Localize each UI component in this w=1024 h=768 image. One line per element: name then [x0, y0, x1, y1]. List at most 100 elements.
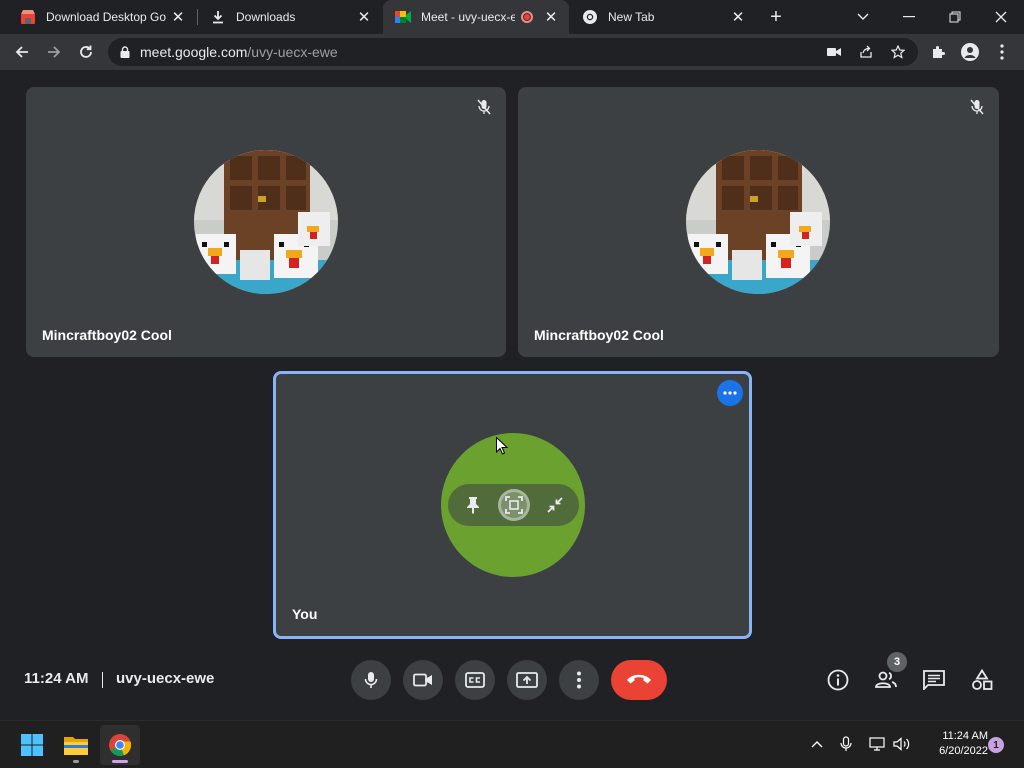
- close-tab-icon[interactable]: ✕: [356, 9, 372, 26]
- forward-button[interactable]: [40, 38, 68, 66]
- tray-network[interactable]: [867, 733, 889, 755]
- tile-more-options-button[interactable]: [717, 380, 743, 406]
- present-screen-icon: [516, 672, 538, 688]
- chrome-icon: [582, 9, 598, 25]
- active-indicator: [112, 760, 128, 763]
- video-camera-icon: [413, 673, 432, 687]
- kebab-menu-icon: [1000, 44, 1004, 60]
- profile-button[interactable]: [956, 38, 984, 66]
- windows-logo-icon: [21, 734, 43, 756]
- tab-new-tab[interactable]: New Tab ✕: [570, 0, 756, 34]
- taskbar-time: 11:24 AM: [942, 730, 988, 742]
- info-icon: [827, 669, 849, 691]
- people-count-badge: 3: [887, 652, 907, 672]
- leave-call-button[interactable]: [611, 660, 667, 700]
- camera-button[interactable]: [403, 660, 443, 700]
- mic-off-icon: [472, 95, 496, 119]
- self-name: You: [292, 606, 318, 622]
- avatar: [686, 150, 830, 294]
- share-icon[interactable]: [856, 42, 876, 62]
- activities-button[interactable]: [966, 664, 998, 696]
- avatar-icon: [961, 43, 979, 61]
- captions-button[interactable]: [455, 660, 495, 700]
- meet-control-bar: 11:24 AM uvy-uecx-ewe 3: [0, 650, 1024, 720]
- restore-button[interactable]: [932, 0, 978, 34]
- close-tab-icon[interactable]: ✕: [543, 9, 559, 26]
- recording-indicator-icon: [521, 11, 533, 23]
- address-bar[interactable]: meet.google.com/uvy-uecx-ewe: [108, 38, 918, 66]
- meeting-code: uvy-uecx-ewe: [116, 670, 215, 687]
- arrow-right-icon: [48, 46, 61, 58]
- tab-download-desktop[interactable]: Download Desktop Go ✕: [8, 0, 196, 34]
- chrome-icon: [109, 734, 132, 757]
- browser-toolbar: meet.google.com/uvy-uecx-ewe: [0, 34, 1024, 70]
- folder-icon: [64, 737, 88, 755]
- meeting-clock: 11:24 AM: [24, 670, 89, 687]
- more-horizontal-icon: [723, 391, 737, 395]
- tab-search-button[interactable]: [840, 0, 886, 34]
- close-icon: [995, 11, 1007, 23]
- minimize-tile-icon[interactable]: [539, 489, 571, 521]
- bookmark-star-icon[interactable]: [888, 42, 908, 62]
- hang-up-icon: [627, 674, 651, 684]
- minecraft-chickens-image: [686, 150, 830, 294]
- shapes-icon: [972, 669, 993, 690]
- mic-off-icon: [965, 95, 989, 119]
- arrow-left-icon: [15, 46, 28, 58]
- chat-icon: [923, 670, 945, 690]
- taskbar-clock[interactable]: 11:24 AM 6/20/2022: [916, 729, 988, 759]
- puzzle-icon: [933, 46, 945, 58]
- reload-button[interactable]: [72, 38, 100, 66]
- present-screen-button[interactable]: [507, 660, 547, 700]
- tab-meet[interactable]: Meet - uvy-uecx-ewe ✕: [383, 0, 569, 34]
- mouse-cursor-icon: [496, 436, 509, 460]
- self-tile[interactable]: You: [273, 371, 752, 639]
- windows-taskbar: 11:24 AM 6/20/2022 1: [0, 720, 1024, 768]
- notification-badge[interactable]: 1: [988, 737, 1004, 753]
- participant-tile[interactable]: Mincraftboy02 Cool: [26, 87, 506, 357]
- browser-tab-strip: Download Desktop Go ✕ Downloads ✕ Meet -…: [0, 0, 1024, 34]
- people-icon: [875, 671, 897, 688]
- taskbar-chrome[interactable]: [100, 725, 140, 765]
- back-button[interactable]: [8, 38, 36, 66]
- avatar: [194, 150, 338, 294]
- download-icon: [210, 9, 226, 25]
- minimize-button[interactable]: [886, 0, 932, 34]
- tile-hover-controls: [448, 484, 579, 526]
- minimize-icon: [903, 16, 915, 18]
- chrome-menu-button[interactable]: [988, 38, 1016, 66]
- running-indicator: [73, 760, 79, 763]
- restore-icon: [949, 11, 961, 23]
- store-icon: [20, 9, 36, 25]
- close-tab-icon[interactable]: ✕: [170, 9, 186, 26]
- start-button[interactable]: [12, 725, 52, 765]
- network-icon: [869, 737, 885, 751]
- frame-icon[interactable]: [497, 489, 530, 521]
- divider: [102, 672, 103, 688]
- reload-icon: [80, 45, 92, 58]
- close-tab-icon[interactable]: ✕: [730, 9, 746, 26]
- pin-icon[interactable]: [457, 489, 489, 521]
- tray-microphone[interactable]: [835, 733, 857, 755]
- more-options-button[interactable]: [559, 660, 599, 700]
- tray-volume[interactable]: [891, 733, 913, 755]
- microphone-button[interactable]: [351, 660, 391, 700]
- microphone-icon: [840, 736, 852, 751]
- close-window-button[interactable]: [978, 0, 1024, 34]
- new-tab-button[interactable]: +: [764, 5, 788, 29]
- show-hidden-icons-button[interactable]: [806, 733, 828, 755]
- extensions-button[interactable]: [924, 38, 952, 66]
- taskbar-file-explorer[interactable]: [56, 725, 96, 765]
- participant-tile[interactable]: Mincraftboy02 Cool: [518, 87, 999, 357]
- minecraft-chickens-image: [194, 150, 338, 294]
- meet-stage: Mincraftboy02 Cool Mincraftboy02 Cool Yo…: [0, 70, 1024, 720]
- speaker-icon: [893, 737, 910, 751]
- closed-captions-icon: [465, 672, 485, 688]
- meet-icon: [395, 9, 411, 25]
- url-host: meet.google.com: [140, 44, 248, 60]
- tab-downloads[interactable]: Downloads ✕: [198, 0, 382, 34]
- chevron-down-icon: [857, 13, 869, 20]
- meeting-details-button[interactable]: [822, 664, 854, 696]
- camera-permission-icon[interactable]: [824, 42, 844, 62]
- chat-button[interactable]: [918, 664, 950, 696]
